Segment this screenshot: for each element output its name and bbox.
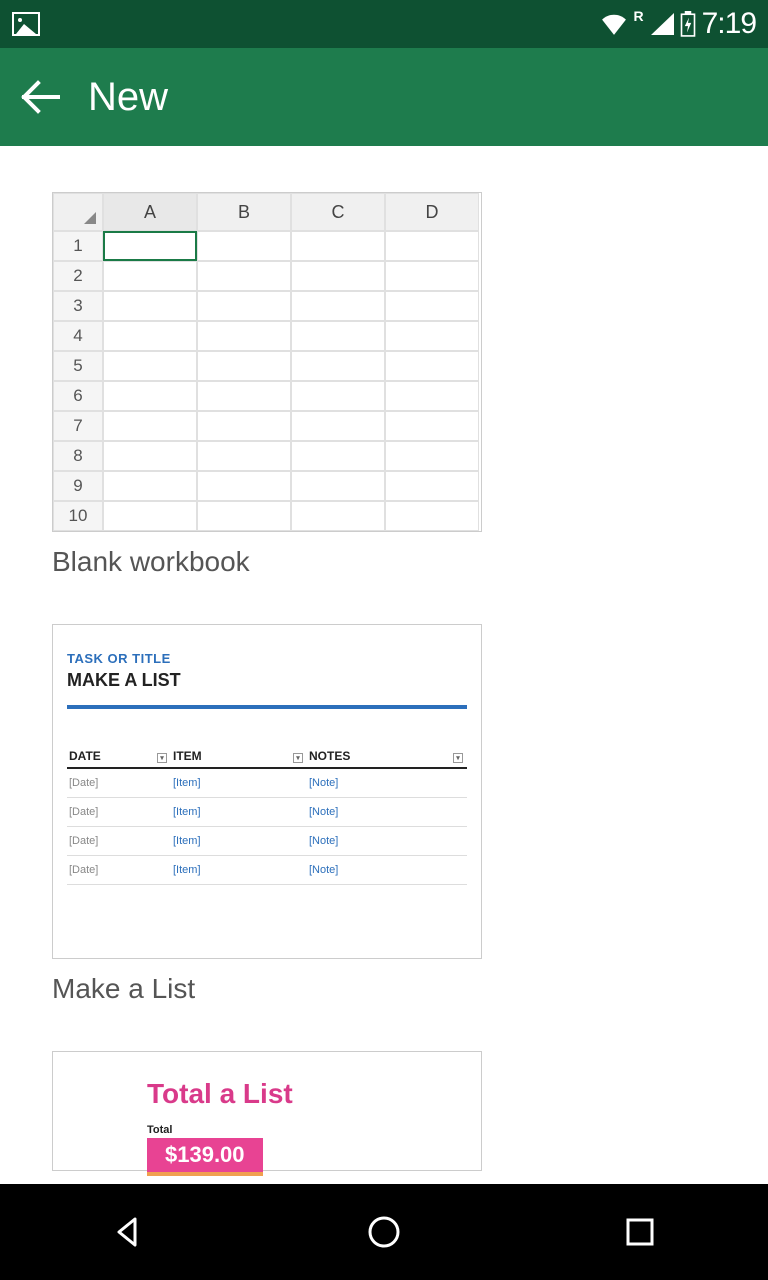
template-total-a-list[interactable]: Total a List Total $139.00: [52, 1051, 716, 1171]
filter-dropdown-icon: ▾: [293, 753, 303, 763]
column-header: A: [103, 193, 197, 231]
template-label: Blank workbook: [52, 546, 716, 578]
template-label: Make a List: [52, 973, 716, 1005]
page-title: New: [88, 75, 168, 120]
column-header: B: [197, 193, 291, 231]
android-nav-bar: [0, 1184, 768, 1280]
nav-home-button[interactable]: [362, 1210, 406, 1254]
row-header: 5: [53, 351, 103, 381]
template-blank-workbook[interactable]: A B C D 1 2 3 4 5 6 7 8 9: [52, 192, 716, 578]
nav-back-button[interactable]: [106, 1210, 150, 1254]
picture-icon: [12, 12, 40, 36]
column-header: D: [385, 193, 479, 231]
app-bar: New: [0, 48, 768, 146]
row-header: 6: [53, 381, 103, 411]
column-header: C: [291, 193, 385, 231]
col-notes: NOTES▾: [307, 745, 467, 768]
select-all-corner: [53, 193, 103, 231]
row-header: 2: [53, 261, 103, 291]
total-label: Total: [147, 1124, 387, 1136]
accent-bar: [67, 705, 467, 709]
list-table: DATE▾ ITEM▾ NOTES▾ [Date][Item][Note] [D…: [67, 745, 467, 885]
template-thumbnail: TASK OR TITLE MAKE A LIST DATE▾ ITEM▾ NO…: [52, 624, 482, 959]
col-date: DATE▾: [67, 745, 171, 768]
template-make-a-list[interactable]: TASK OR TITLE MAKE A LIST DATE▾ ITEM▾ NO…: [52, 624, 716, 1005]
list-title: MAKE A LIST: [67, 670, 467, 691]
template-gallery: A B C D 1 2 3 4 5 6 7 8 9: [0, 146, 768, 1184]
table-row: [Date][Item][Note]: [67, 827, 467, 856]
row-header: 9: [53, 471, 103, 501]
total-value: $139.00: [147, 1138, 263, 1176]
table-row: [Date][Item][Note]: [67, 768, 467, 798]
row-header: 10: [53, 501, 103, 531]
wifi-icon: [601, 13, 627, 35]
filter-dropdown-icon: ▾: [453, 753, 463, 763]
status-bar: R 7:19: [0, 0, 768, 48]
template-thumbnail: Total a List Total $139.00: [52, 1051, 482, 1171]
row-header: 1: [53, 231, 103, 261]
row-header: 7: [53, 411, 103, 441]
roaming-indicator: R: [633, 8, 643, 24]
selected-cell: [103, 231, 197, 261]
table-row: [Date][Item][Note]: [67, 798, 467, 827]
back-arrow-icon[interactable]: [20, 77, 60, 117]
row-header: 3: [53, 291, 103, 321]
signal-icon: [650, 13, 674, 35]
nav-recent-button[interactable]: [618, 1210, 662, 1254]
filter-dropdown-icon: ▾: [157, 753, 167, 763]
clock: 7:19: [702, 7, 756, 41]
template-thumbnail: A B C D 1 2 3 4 5 6 7 8 9: [52, 192, 482, 532]
battery-charging-icon: [680, 11, 696, 37]
table-row: [Date][Item][Note]: [67, 856, 467, 885]
row-header: 8: [53, 441, 103, 471]
col-item: ITEM▾: [171, 745, 307, 768]
task-or-title-label: TASK OR TITLE: [67, 651, 467, 666]
row-header: 4: [53, 321, 103, 351]
total-list-title: Total a List: [147, 1078, 387, 1110]
